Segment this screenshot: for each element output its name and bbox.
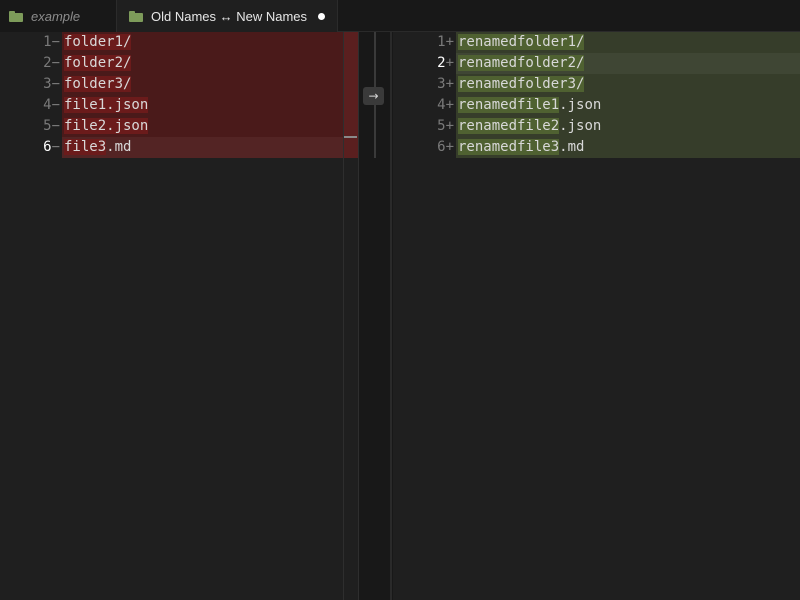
- added-marker: +: [445, 76, 454, 92]
- code-line[interactable]: 5− file2.json: [0, 116, 358, 137]
- added-marker: +: [445, 97, 454, 113]
- changed-segment: folder1/: [64, 34, 132, 50]
- code-segment: .json: [559, 97, 602, 113]
- line-number: 1+: [437, 34, 454, 50]
- tab-example[interactable]: example: [0, 0, 117, 32]
- removed-marker: −: [51, 97, 60, 113]
- code-line[interactable]: 2− folder2/: [0, 53, 358, 74]
- code-text[interactable]: renamedfolder3/: [456, 74, 800, 95]
- line-number: 4+: [437, 97, 454, 113]
- code-line[interactable]: 4+ renamedfile1.json: [392, 95, 800, 116]
- changed-segment: file1.json: [64, 97, 149, 113]
- left-scrollbar-track: [343, 158, 344, 600]
- unsaved-dot-icon[interactable]: [318, 12, 326, 20]
- left-overview-ruler[interactable]: [343, 32, 358, 158]
- code-line[interactable]: 2+ renamedfolder2/: [392, 53, 800, 74]
- line-number: 2+: [437, 55, 454, 71]
- diff-editor-window: example Old Names ↔ New Names 1− folder1/…: [0, 0, 800, 600]
- added-marker: +: [445, 34, 454, 50]
- code-segment: renamedfile3: [458, 139, 560, 155]
- code-text[interactable]: file3.md: [62, 137, 344, 158]
- arrow-right-icon: →: [368, 89, 379, 103]
- added-marker: +: [445, 118, 454, 134]
- line-number: 5+: [437, 118, 454, 134]
- removed-marker: −: [51, 76, 60, 92]
- code-text[interactable]: renamedfolder2/: [456, 53, 800, 74]
- code-text[interactable]: file1.json: [62, 95, 344, 116]
- line-number: 4−: [43, 97, 60, 113]
- changed-segment: folder2/: [64, 55, 132, 71]
- code-line[interactable]: 1+ renamedfolder1/: [392, 32, 800, 53]
- code-line[interactable]: 5+ renamedfile2.json: [392, 116, 800, 137]
- code-segment: .md: [559, 139, 585, 155]
- removed-marker: −: [51, 139, 60, 155]
- code-line[interactable]: 3− folder3/: [0, 74, 358, 95]
- line-number: 3+: [437, 76, 454, 92]
- code-line[interactable]: 4− file1.json: [0, 95, 358, 116]
- code-text[interactable]: folder1/: [62, 32, 344, 53]
- code-segment: .md: [106, 139, 132, 155]
- line-number: 3−: [43, 76, 60, 92]
- code-line[interactable]: 6− file3.md: [0, 137, 358, 158]
- tab-bar: example Old Names ↔ New Names: [0, 0, 800, 33]
- added-marker: +: [445, 139, 454, 155]
- code-text[interactable]: renamedfolder1/: [456, 32, 800, 53]
- changed-segment: folder3/: [64, 76, 132, 92]
- line-number: 1−: [43, 34, 60, 50]
- left-scroll-thumb[interactable]: [344, 136, 357, 138]
- code-segment: renamedfile2: [458, 118, 560, 134]
- folder-icon: [129, 11, 143, 22]
- changed-segment: file3: [64, 139, 107, 155]
- code-text[interactable]: renamedfile3.md: [456, 137, 800, 158]
- code-text[interactable]: renamedfile2.json: [456, 116, 800, 137]
- line-number: 6−: [43, 139, 60, 155]
- modified-editor-pane[interactable]: 1+ renamedfolder1/2+ renamedfolder2/3+ rena…: [392, 32, 800, 600]
- removed-marker: −: [51, 34, 60, 50]
- code-line[interactable]: 6+ renamedfile3.md: [392, 137, 800, 158]
- added-marker: +: [445, 55, 454, 71]
- code-segment: .json: [559, 118, 602, 134]
- code-segment: renamedfile1: [458, 97, 560, 113]
- code-line[interactable]: 3+ renamedfolder3/: [392, 74, 800, 95]
- code-text[interactable]: file2.json: [62, 116, 344, 137]
- original-editor-pane[interactable]: 1− folder1/2− folder2/3− folder3/4− file1.js…: [0, 32, 358, 600]
- line-number: 5−: [43, 118, 60, 134]
- code-text[interactable]: folder2/: [62, 53, 344, 74]
- line-number: 2−: [43, 55, 60, 71]
- removed-marker: −: [51, 118, 60, 134]
- apply-change-button[interactable]: →: [363, 87, 384, 105]
- code-line[interactable]: 1− folder1/: [0, 32, 358, 53]
- folder-icon: [9, 11, 23, 22]
- code-text[interactable]: renamedfile1.json: [456, 95, 800, 116]
- removed-marker: −: [51, 55, 60, 71]
- tab-label: example: [31, 8, 81, 24]
- tab-old-new-names[interactable]: Old Names ↔ New Names: [117, 0, 338, 33]
- changed-segment: renamedfolder2/: [458, 55, 585, 71]
- code-text[interactable]: folder3/: [62, 74, 344, 95]
- changed-segment: renamedfolder3/: [458, 76, 585, 92]
- changed-segment: renamedfolder1/: [458, 34, 585, 50]
- changed-segment: file2.json: [64, 118, 149, 134]
- tab-label: Old Names ↔ New Names: [151, 8, 308, 24]
- line-number: 6+: [437, 139, 454, 155]
